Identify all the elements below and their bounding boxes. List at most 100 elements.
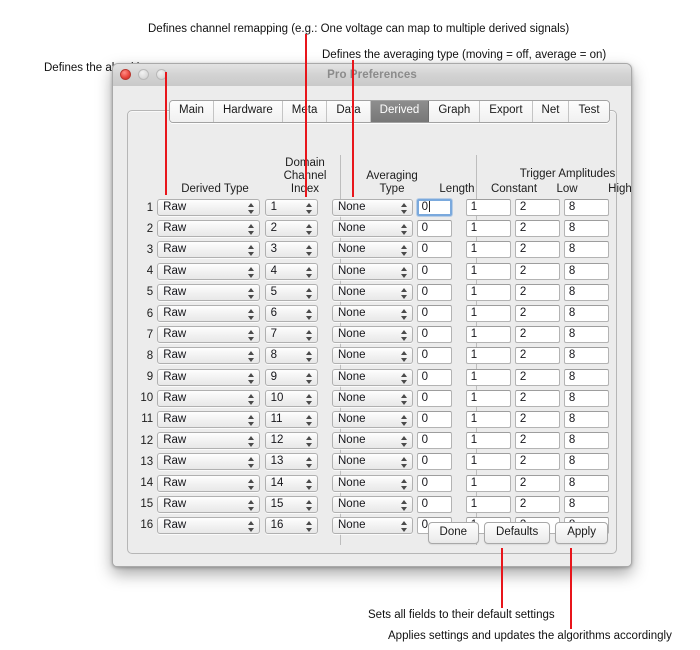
- trigger-low-input[interactable]: 2: [514, 453, 560, 471]
- tab-test[interactable]: Test: [569, 101, 609, 122]
- domain-channel-index-popup[interactable]: 6: [264, 305, 318, 323]
- derived-type-popup[interactable]: Raw: [157, 347, 260, 365]
- domain-channel-index-popup[interactable]: 4: [264, 262, 318, 280]
- length-input[interactable]: 0: [416, 389, 452, 407]
- averaging-type-popup[interactable]: None: [332, 389, 413, 407]
- derived-type-popup[interactable]: Raw: [157, 241, 260, 259]
- averaging-type-popup[interactable]: None: [332, 432, 413, 450]
- length-input[interactable]: 0: [416, 410, 452, 428]
- trigger-high-input[interactable]: 8: [563, 368, 610, 386]
- apply-button[interactable]: Apply: [555, 522, 608, 544]
- defaults-button[interactable]: Defaults: [484, 522, 551, 544]
- derived-type-popup[interactable]: Raw: [157, 474, 260, 492]
- averaging-type-popup[interactable]: None: [332, 474, 413, 492]
- domain-channel-index-popup[interactable]: 13: [264, 453, 318, 471]
- derived-type-popup[interactable]: Raw: [157, 368, 260, 386]
- constant-input[interactable]: 1: [465, 262, 511, 280]
- trigger-low-input[interactable]: 2: [514, 495, 560, 513]
- domain-channel-index-popup[interactable]: 5: [264, 283, 318, 301]
- averaging-type-popup[interactable]: None: [332, 262, 413, 280]
- constant-input[interactable]: 1: [465, 389, 511, 407]
- length-input[interactable]: 0: [416, 453, 452, 471]
- domain-channel-index-popup[interactable]: 11: [264, 410, 318, 428]
- averaging-type-popup[interactable]: None: [332, 326, 413, 344]
- trigger-high-input[interactable]: 8: [563, 389, 610, 407]
- averaging-type-popup[interactable]: None: [332, 347, 413, 365]
- derived-type-popup[interactable]: Raw: [157, 410, 260, 428]
- constant-input[interactable]: 1: [465, 495, 511, 513]
- tab-main[interactable]: Main: [170, 101, 214, 122]
- trigger-high-input[interactable]: 8: [563, 262, 610, 280]
- trigger-low-input[interactable]: 2: [514, 241, 560, 259]
- averaging-type-popup[interactable]: None: [332, 495, 413, 513]
- trigger-low-input[interactable]: 2: [514, 262, 560, 280]
- domain-channel-index-popup[interactable]: 15: [264, 495, 318, 513]
- trigger-high-input[interactable]: 8: [563, 220, 610, 238]
- tab-derived[interactable]: Derived: [370, 101, 430, 122]
- averaging-type-popup[interactable]: None: [332, 516, 413, 534]
- trigger-high-input[interactable]: 8: [563, 410, 610, 428]
- close-button[interactable]: [120, 69, 131, 80]
- length-input[interactable]: 0: [416, 220, 452, 238]
- trigger-low-input[interactable]: 2: [514, 283, 560, 301]
- derived-type-popup[interactable]: Raw: [157, 326, 260, 344]
- tab-hardware[interactable]: Hardware: [213, 101, 283, 122]
- domain-channel-index-popup[interactable]: 1: [264, 199, 318, 217]
- trigger-high-input[interactable]: 8: [563, 474, 610, 492]
- domain-channel-index-popup[interactable]: 16: [264, 516, 318, 534]
- trigger-low-input[interactable]: 2: [514, 326, 560, 344]
- constant-input[interactable]: 1: [465, 474, 511, 492]
- length-input[interactable]: 0: [416, 262, 452, 280]
- length-input[interactable]: 0: [416, 241, 452, 259]
- constant-input[interactable]: 1: [465, 453, 511, 471]
- averaging-type-popup[interactable]: None: [332, 368, 413, 386]
- derived-type-popup[interactable]: Raw: [157, 305, 260, 323]
- domain-channel-index-popup[interactable]: 12: [264, 432, 318, 450]
- derived-type-popup[interactable]: Raw: [157, 495, 260, 513]
- averaging-type-popup[interactable]: None: [332, 305, 413, 323]
- domain-channel-index-popup[interactable]: 14: [264, 474, 318, 492]
- domain-channel-index-popup[interactable]: 7: [264, 326, 318, 344]
- constant-input[interactable]: 1: [465, 241, 511, 259]
- constant-input[interactable]: 1: [465, 432, 511, 450]
- constant-input[interactable]: 1: [465, 220, 511, 238]
- derived-type-popup[interactable]: Raw: [157, 262, 260, 280]
- length-input[interactable]: 0: [416, 432, 452, 450]
- trigger-low-input[interactable]: 2: [514, 305, 560, 323]
- tab-graph[interactable]: Graph: [429, 101, 481, 122]
- length-input[interactable]: 0: [416, 199, 452, 217]
- tab-export[interactable]: Export: [480, 101, 533, 122]
- constant-input[interactable]: 1: [465, 283, 511, 301]
- constant-input[interactable]: 1: [465, 368, 511, 386]
- domain-channel-index-popup[interactable]: 9: [264, 368, 318, 386]
- trigger-high-input[interactable]: 8: [563, 453, 610, 471]
- constant-input[interactable]: 1: [465, 199, 511, 217]
- trigger-low-input[interactable]: 2: [514, 368, 560, 386]
- done-button[interactable]: Done: [427, 522, 480, 544]
- trigger-high-input[interactable]: 8: [563, 326, 610, 344]
- domain-channel-index-popup[interactable]: 10: [264, 389, 318, 407]
- derived-type-popup[interactable]: Raw: [157, 199, 260, 217]
- derived-type-popup[interactable]: Raw: [157, 432, 260, 450]
- averaging-type-popup[interactable]: None: [331, 199, 413, 217]
- averaging-type-popup[interactable]: None: [332, 241, 413, 259]
- averaging-type-popup[interactable]: None: [332, 453, 413, 471]
- trigger-low-input[interactable]: 2: [514, 432, 560, 450]
- derived-type-popup[interactable]: Raw: [157, 389, 260, 407]
- constant-input[interactable]: 1: [465, 326, 511, 344]
- trigger-high-input[interactable]: 8: [563, 432, 610, 450]
- derived-type-popup[interactable]: Raw: [157, 453, 260, 471]
- domain-channel-index-popup[interactable]: 2: [264, 220, 318, 238]
- trigger-high-input[interactable]: 8: [563, 347, 610, 365]
- derived-type-popup[interactable]: Raw: [157, 283, 260, 301]
- window-titlebar[interactable]: Pro Preferences: [113, 64, 631, 87]
- length-input[interactable]: 0: [416, 474, 452, 492]
- trigger-high-input[interactable]: 8: [563, 283, 610, 301]
- trigger-high-input[interactable]: 8: [563, 305, 610, 323]
- trigger-high-input[interactable]: 8: [563, 241, 610, 259]
- length-input[interactable]: 0: [416, 283, 452, 301]
- trigger-low-input[interactable]: 2: [514, 199, 560, 217]
- tab-net[interactable]: Net: [532, 101, 570, 122]
- averaging-type-popup[interactable]: None: [332, 220, 413, 238]
- constant-input[interactable]: 1: [465, 305, 511, 323]
